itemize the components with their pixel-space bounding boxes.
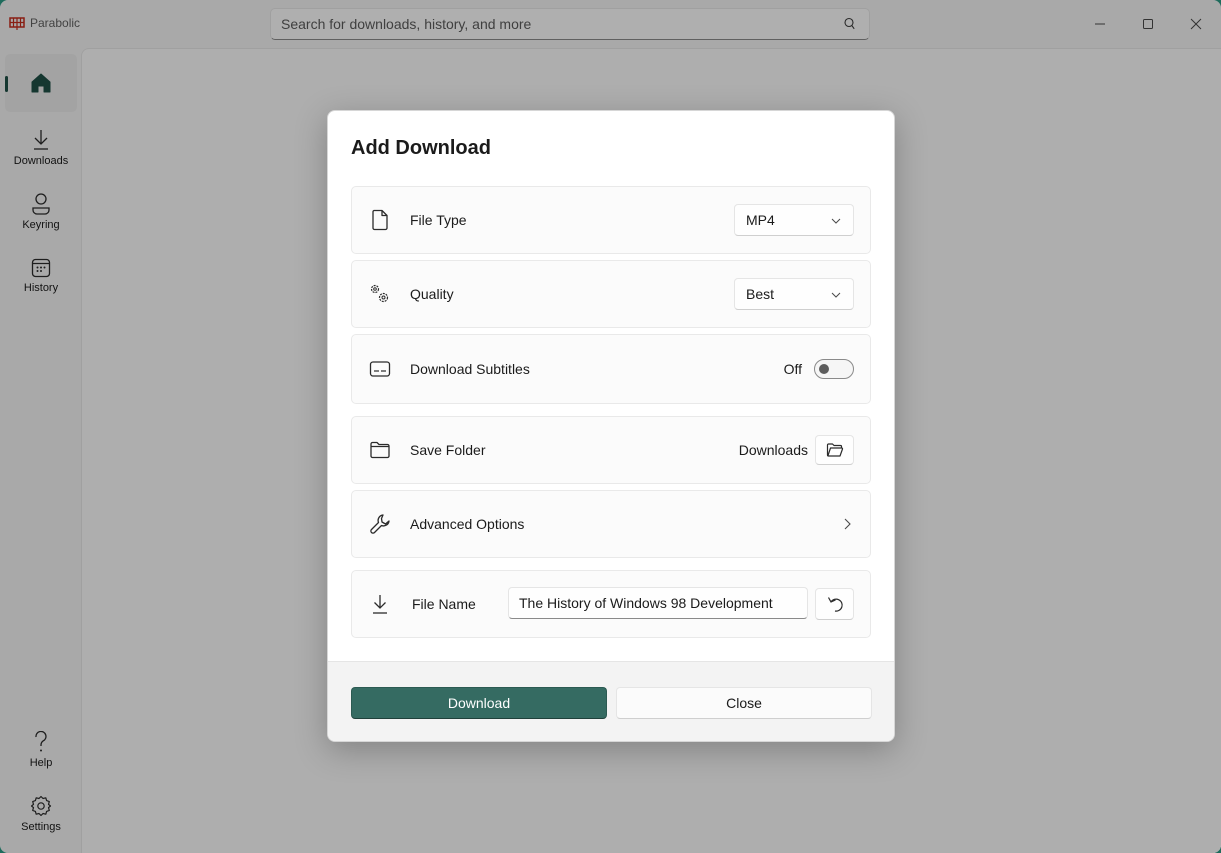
subtitles-icon <box>368 357 392 381</box>
quality-label: Quality <box>410 286 454 302</box>
subtitles-toggle[interactable] <box>814 359 854 379</box>
toggle-knob <box>819 364 829 374</box>
browse-folder-button[interactable] <box>815 435 854 465</box>
subtitles-toggle-state: Off <box>783 361 802 377</box>
folder-open-icon <box>826 443 843 457</box>
save-folder-value: Downloads <box>738 442 808 458</box>
gears-icon <box>368 282 392 306</box>
document-icon <box>368 208 392 232</box>
file-name-row: File Name <box>351 570 871 638</box>
file-type-row: File Type MP4 <box>351 186 871 254</box>
download-icon <box>368 592 392 616</box>
file-name-input[interactable] <box>519 588 799 618</box>
quality-value: Best <box>746 286 775 302</box>
app-window: Parabolic Search for downloads, history,… <box>0 0 1221 853</box>
add-download-dialog: Add Download File Type MP4 Quality Best … <box>327 110 895 742</box>
chevron-down-icon <box>831 292 841 298</box>
subtitles-row: Download Subtitles Off <box>351 334 871 404</box>
quality-row: Quality Best <box>351 260 871 328</box>
file-name-field[interactable] <box>508 587 808 619</box>
undo-icon <box>827 597 843 612</box>
dialog-footer: Download Close <box>328 661 894 741</box>
folder-icon <box>368 438 392 462</box>
quality-dropdown[interactable]: Best <box>734 278 854 310</box>
chevron-right-icon <box>844 518 851 530</box>
dialog-title: Add Download <box>351 137 491 159</box>
wrench-icon <box>368 512 392 536</box>
chevron-down-icon <box>831 218 841 224</box>
file-type-label: File Type <box>410 212 467 228</box>
save-folder-row: Save Folder Downloads <box>351 416 871 484</box>
file-name-label: File Name <box>412 596 476 612</box>
reset-file-name-button[interactable] <box>815 588 854 620</box>
close-button[interactable]: Close <box>616 687 872 719</box>
subtitles-label: Download Subtitles <box>410 361 530 377</box>
file-type-value: MP4 <box>746 212 775 228</box>
advanced-options-label: Advanced Options <box>410 516 525 532</box>
advanced-options-row[interactable]: Advanced Options <box>351 490 871 558</box>
file-type-dropdown[interactable]: MP4 <box>734 204 854 236</box>
save-folder-label: Save Folder <box>410 442 486 458</box>
download-button[interactable]: Download <box>351 687 607 719</box>
